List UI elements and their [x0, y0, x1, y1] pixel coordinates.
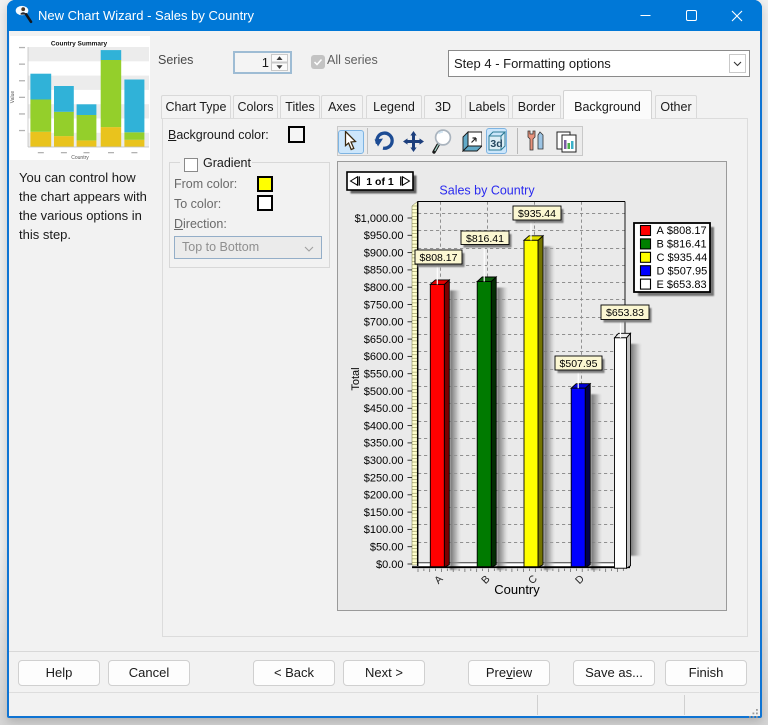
- svg-text:$950.00: $950.00: [364, 230, 404, 242]
- svg-text:$650.00: $650.00: [364, 334, 404, 346]
- svg-text:Sales by Country: Sales by Country: [439, 184, 535, 198]
- svg-text:$250.00: $250.00: [364, 472, 404, 484]
- svg-text:$816.41: $816.41: [466, 233, 504, 245]
- svg-text:$800.00: $800.00: [364, 282, 404, 294]
- svg-text:$350.00: $350.00: [364, 438, 404, 450]
- svg-text:E $653.83: E $653.83: [657, 279, 707, 291]
- svg-text:$0.00: $0.00: [376, 559, 404, 571]
- svg-text:C $935.44: C $935.44: [657, 252, 708, 264]
- svg-text:A $808.17: A $808.17: [657, 225, 707, 237]
- svg-text:1 of 1: 1 of 1: [366, 176, 394, 188]
- svg-text:$50.00: $50.00: [370, 542, 404, 554]
- svg-text:Total: Total: [350, 367, 362, 390]
- svg-text:$1,000.00: $1,000.00: [355, 213, 404, 225]
- svg-text:D $507.95: D $507.95: [657, 265, 708, 277]
- svg-text:$808.17: $808.17: [420, 252, 458, 264]
- svg-text:$900.00: $900.00: [364, 247, 404, 259]
- svg-text:$653.83: $653.83: [606, 307, 644, 319]
- svg-text:$935.44: $935.44: [518, 208, 556, 220]
- svg-text:$600.00: $600.00: [364, 351, 404, 363]
- svg-text:$850.00: $850.00: [364, 265, 404, 277]
- svg-text:Country Summary: Country Summary: [51, 41, 108, 48]
- svg-text:3d: 3d: [490, 138, 502, 150]
- svg-text:$750.00: $750.00: [364, 299, 404, 311]
- svg-text:$500.00: $500.00: [364, 386, 404, 398]
- svg-text:Value: Value: [10, 91, 16, 104]
- svg-text:$450.00: $450.00: [364, 403, 404, 415]
- svg-text:$507.95: $507.95: [560, 358, 598, 370]
- svg-text:Country: Country: [494, 582, 540, 597]
- svg-text:$700.00: $700.00: [364, 317, 404, 329]
- svg-text:Country: Country: [71, 155, 89, 160]
- svg-text:$300.00: $300.00: [364, 455, 404, 467]
- svg-text:$550.00: $550.00: [364, 369, 404, 381]
- svg-text:B $816.41: B $816.41: [657, 239, 707, 251]
- svg-text:$100.00: $100.00: [364, 524, 404, 536]
- svg-text:$200.00: $200.00: [364, 490, 404, 502]
- svg-text:$400.00: $400.00: [364, 420, 404, 432]
- svg-text:$150.00: $150.00: [364, 507, 404, 519]
